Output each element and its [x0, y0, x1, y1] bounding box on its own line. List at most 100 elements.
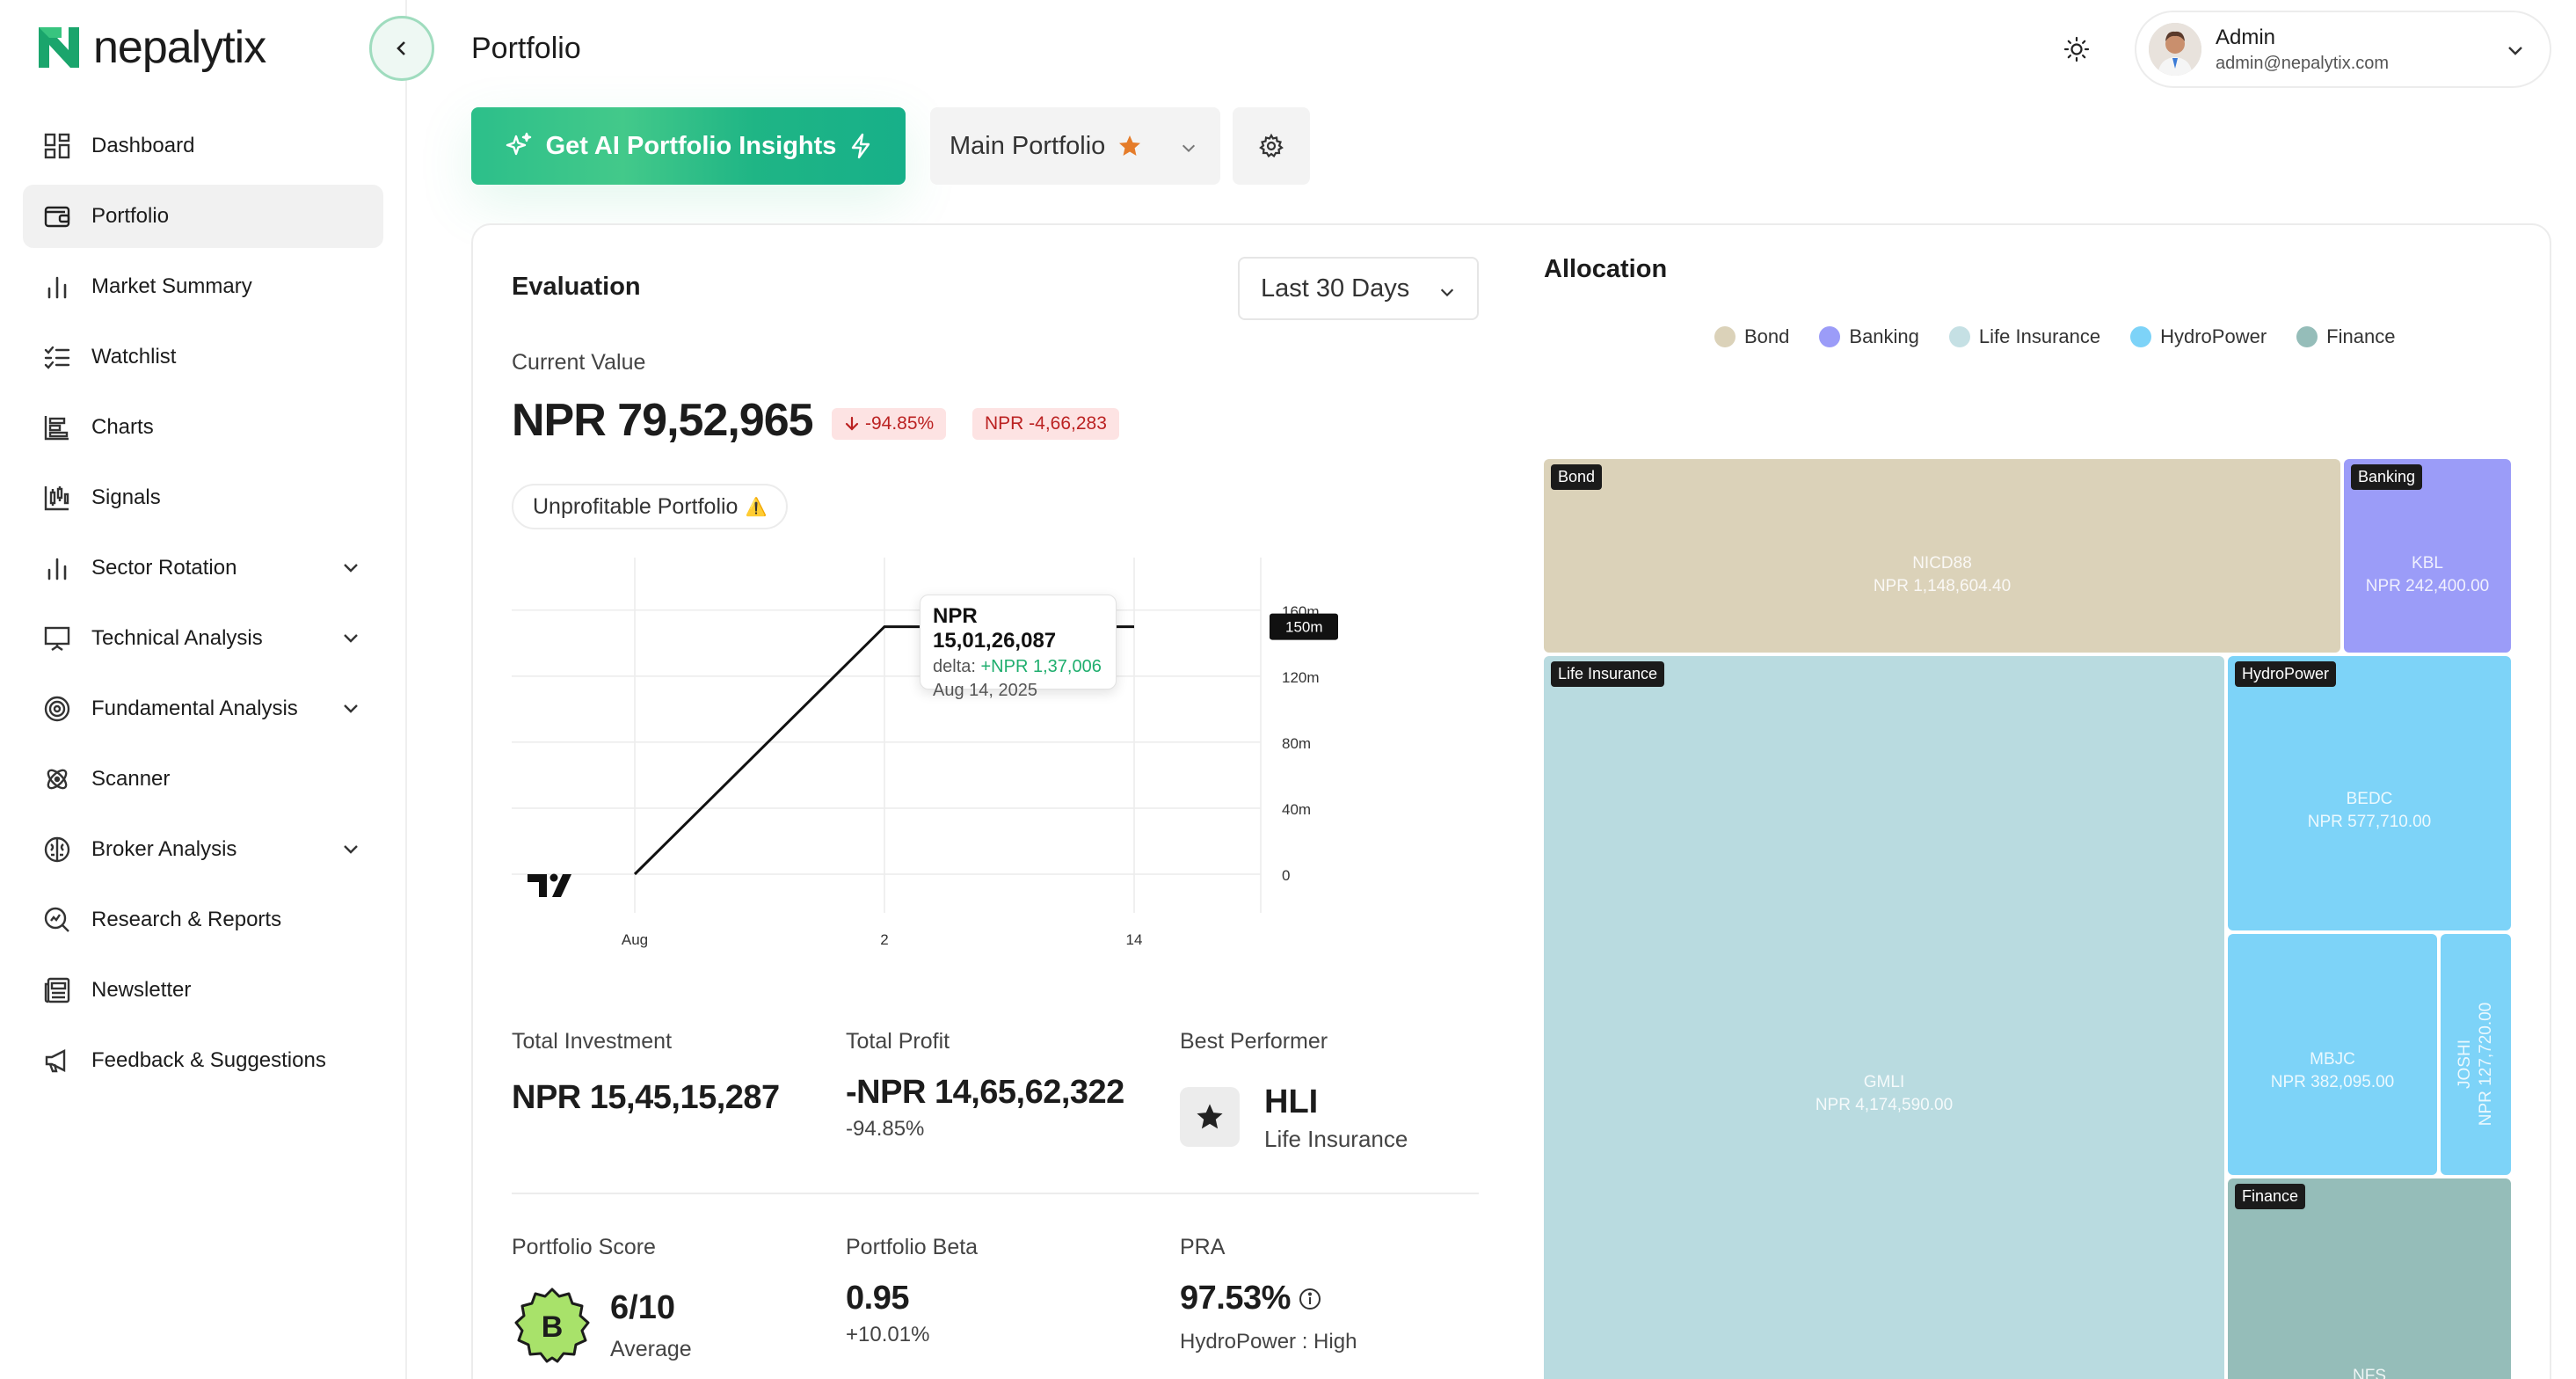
legend-dot	[1819, 326, 1841, 347]
megaphone-icon	[42, 1046, 72, 1076]
ai-insights-button[interactable]: Get AI Portfolio Insights	[471, 107, 906, 185]
evaluation-chart[interactable]: 0 40m 80m 120m 160m Aug 2 14 150m NPR 15,01,26…	[512, 552, 1408, 957]
legend-label: Finance	[2326, 325, 2396, 347]
tile-label: NICD88 NPR 1,148,604.40	[1544, 552, 2340, 598]
score-grade-badge: B	[512, 1286, 593, 1367]
sidebar-item-label: Broker Analysis	[91, 837, 237, 861]
tile-value: NPR 577,710.00	[2307, 813, 2432, 831]
sidebar-item-label: Dashboard	[91, 134, 195, 157]
treemap-tile-joshi[interactable]: JOSHI NPR 127,720.00	[2441, 934, 2511, 1175]
portfolio-select[interactable]: Main Portfolio	[930, 107, 1220, 185]
sidebar-item-fundamental-analysis[interactable]: Fundamental Analysis	[23, 677, 383, 741]
sidebar-item-research-reports[interactable]: Research & Reports	[23, 888, 383, 952]
tile-label: NFS	[2228, 1365, 2511, 1379]
sidebar-item-label: Signals	[91, 485, 161, 509]
theme-toggle-button[interactable]	[2059, 32, 2094, 67]
sector-tag: Life Insurance	[1551, 661, 1665, 687]
chevron-left-icon	[397, 41, 405, 55]
user-info: Admin admin@nepalytix.com	[2216, 26, 2389, 74]
legend-dot	[2130, 326, 2152, 347]
sidebar-item-portfolio[interactable]: Portfolio	[23, 185, 383, 248]
sidebar-item-charts[interactable]: Charts	[23, 396, 383, 459]
portfolio-settings-button[interactable]	[1233, 107, 1310, 185]
treemap-tile-bedc[interactable]: HydroPower BEDC NPR 577,710.00	[2228, 656, 2511, 930]
treemap-tile-mbjc[interactable]: MBJC NPR 382,095.00	[2228, 934, 2437, 1175]
arrow-down-icon	[845, 416, 859, 431]
treemap-tile-gmli[interactable]: Life Insurance GMLI NPR 4,174,590.00	[1544, 656, 2224, 1379]
signals-icon	[42, 483, 72, 513]
y-tick-label: 0	[1282, 867, 1290, 884]
collapse-sidebar-button[interactable]	[369, 16, 434, 81]
legend-item-hydropower[interactable]: HydroPower	[2130, 324, 2267, 350]
chart-tooltip: NPR 15,01,26,087 delta: +NPR 1,37,006 Au…	[920, 595, 1117, 700]
target-icon	[42, 694, 72, 724]
x-tick-label: 2	[880, 931, 888, 948]
sidebar-item-sector-rotation[interactable]: Sector Rotation	[23, 536, 383, 600]
sidebar-item-feedback[interactable]: Feedback & Suggestions	[23, 1029, 383, 1092]
total-profit-percent: -94.85%	[846, 1117, 925, 1141]
legend-item-finance[interactable]: Finance	[2296, 324, 2395, 350]
tile-value: NPR 382,095.00	[2270, 1073, 2395, 1091]
sidebar-item-broker-analysis[interactable]: Broker Analysis	[23, 818, 383, 881]
pra-value: 97.53%	[1180, 1280, 1291, 1317]
portfolio-score-stat: Portfolio Score	[512, 1235, 656, 1260]
total-investment-stat: Total Investment NPR 15,45,15,287	[512, 1029, 780, 1117]
portfolio-beta-label: Portfolio Beta	[846, 1235, 979, 1259]
dashboard-icon	[42, 131, 72, 161]
treemap-tile-kbl[interactable]: Banking KBL NPR 242,400.00	[2344, 459, 2511, 653]
tile-symbol: KBL	[2412, 554, 2443, 573]
info-icon[interactable]	[1298, 1287, 1322, 1311]
sidebar-item-scanner[interactable]: Scanner	[23, 748, 383, 811]
treemap-tile-nfs[interactable]: Finance NFS	[2228, 1178, 2511, 1379]
sector-tag: HydroPower	[2235, 661, 2337, 687]
divider	[512, 1193, 1479, 1194]
tile-symbol: NFS	[2353, 1367, 2386, 1379]
chevron-down-icon	[1182, 144, 1196, 153]
pra-value-row: 97.53%	[1180, 1280, 1357, 1317]
warning-icon: ⚠️	[745, 497, 768, 517]
sidebar-item-watchlist[interactable]: Watchlist	[23, 325, 383, 389]
x-tick-label: 14	[1126, 931, 1143, 948]
tile-label: JOSHI NPR 127,720.00	[2455, 941, 2497, 1187]
legend-item-bond[interactable]: Bond	[1714, 324, 1789, 350]
tile-label: GMLI NPR 4,174,590.00	[1544, 1071, 2224, 1117]
sidebar-item-technical-analysis[interactable]: Technical Analysis	[23, 607, 383, 670]
newspaper-icon	[42, 975, 72, 1005]
allocation-legend: Bond Banking Life Insurance HydroPower F…	[1714, 324, 2395, 350]
sidebar-item-label: Technical Analysis	[91, 626, 263, 650]
atom-icon	[42, 764, 72, 794]
total-investment-value: NPR 15,45,15,287	[512, 1079, 780, 1116]
sidebar-item-label: Charts	[91, 415, 154, 439]
chevron-down-icon	[2508, 47, 2522, 55]
x-tick-label: Aug	[622, 931, 648, 948]
tile-symbol: MBJC	[2310, 1050, 2355, 1069]
brain-icon	[42, 835, 72, 865]
sparkle-icon	[506, 132, 531, 156]
ai-insights-label: Get AI Portfolio Insights	[545, 131, 837, 160]
brand-logo[interactable]: nepalytix	[35, 21, 266, 74]
tile-label: BEDC NPR 577,710.00	[2228, 788, 2511, 834]
sidebar-item-dashboard[interactable]: Dashboard	[23, 114, 383, 178]
score-grade: B	[542, 1310, 564, 1344]
legend-item-banking[interactable]: Banking	[1819, 324, 1919, 350]
y-tick-label: 80m	[1282, 735, 1311, 752]
pra-label: PRA	[1180, 1235, 1226, 1259]
status-badge: Unprofitable Portfolio ⚠️	[512, 484, 789, 529]
user-menu[interactable]: Admin admin@nepalytix.com	[2135, 11, 2551, 88]
pra-desc: HydroPower : High	[1180, 1330, 1357, 1353]
bar-chart-icon	[42, 553, 72, 583]
sidebar-item-newsletter[interactable]: Newsletter	[23, 959, 383, 1022]
tile-value: NPR 242,400.00	[2365, 577, 2490, 595]
sidebar-item-signals[interactable]: Signals	[23, 466, 383, 529]
treemap-tile-nicd88[interactable]: Bond NICD88 NPR 1,148,604.40	[1544, 459, 2340, 653]
portfolio-name: Main Portfolio	[950, 131, 1106, 160]
tile-symbol: GMLI	[1863, 1073, 1905, 1091]
sidebar-item-market-summary[interactable]: Market Summary	[23, 255, 383, 318]
y-tick-label: 120m	[1282, 669, 1320, 686]
evaluation-title: Evaluation	[512, 273, 641, 301]
lightning-icon	[852, 133, 870, 159]
sidebar-nav: Dashboard Portfolio Market Summary Watch…	[23, 114, 383, 1099]
wallet-icon	[42, 201, 72, 231]
range-select[interactable]: Last 30 Days	[1238, 257, 1479, 320]
legend-item-life-insurance[interactable]: Life Insurance	[1948, 324, 2100, 350]
